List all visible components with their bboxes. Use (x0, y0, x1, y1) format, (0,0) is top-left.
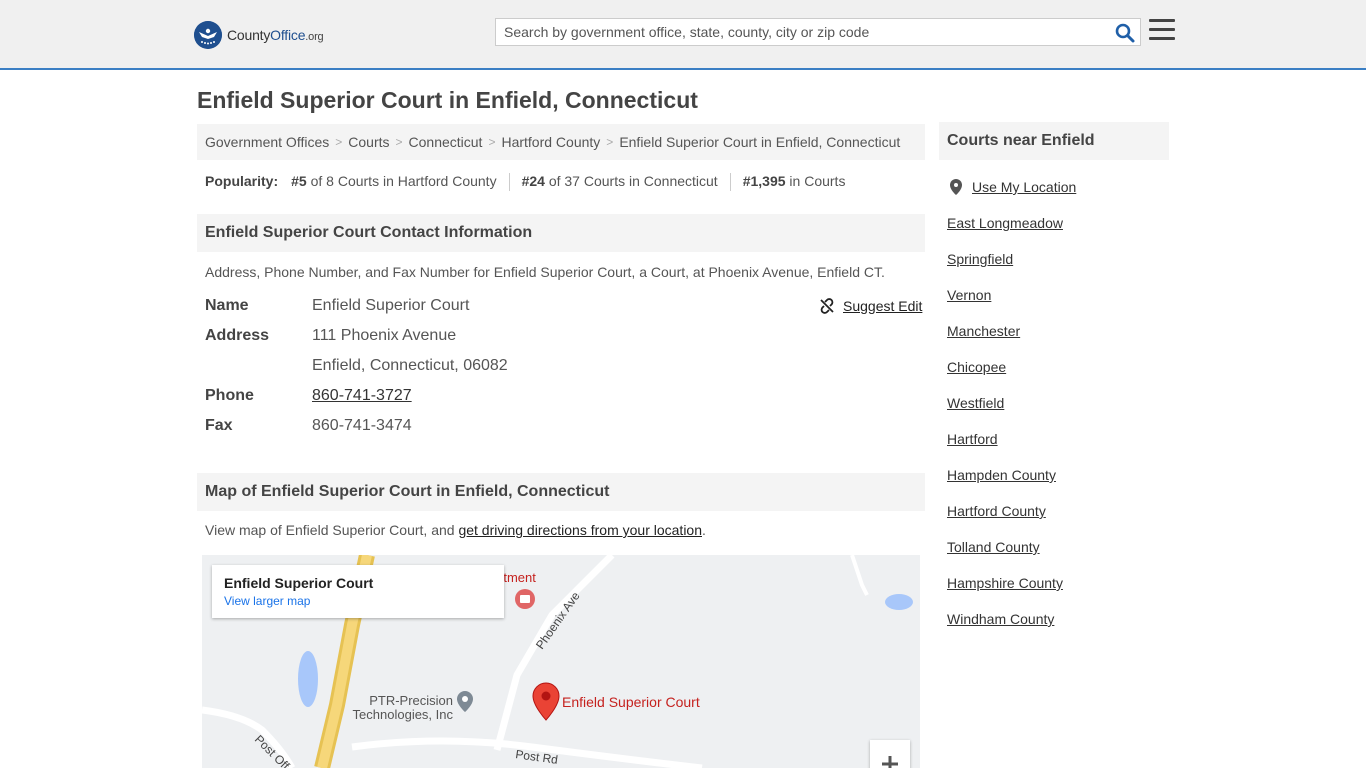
address-line2: Enfield, Connecticut, 06082 (312, 357, 508, 374)
nearby-link-manchester[interactable]: Manchester (947, 323, 1020, 339)
list-item: Windham County (947, 611, 1063, 647)
nearby-link-vernon[interactable]: Vernon (947, 287, 991, 303)
chevron-right-icon: > (488, 135, 496, 149)
fax-value: 860-741-3474 (312, 417, 412, 434)
sidebar-heading: Courts near Enfield (939, 122, 1169, 160)
top-bar: CountyOffice.org (0, 0, 1366, 70)
nearby-link-east-longmeadow[interactable]: East Longmeadow (947, 215, 1063, 231)
nearby-link-tolland-county[interactable]: Tolland County (947, 539, 1040, 555)
breadcrumb-courts[interactable]: Courts (348, 134, 389, 150)
phone-link[interactable]: 860-741-3727 (312, 387, 412, 404)
address-row-2: Enfield, Connecticut, 06082 (205, 357, 508, 375)
breadcrumb-current: Enfield Superior Court in Enfield, Conne… (619, 134, 901, 150)
fax-row: Fax 860-741-3474 (205, 417, 412, 435)
zoom-in-button[interactable] (870, 740, 910, 768)
nearby-link-windham-county[interactable]: Windham County (947, 611, 1054, 627)
popularity-national-rank: #1,395 in Courts (742, 173, 846, 189)
nearby-link-hartford[interactable]: Hartford (947, 431, 998, 447)
list-item: Hartford (947, 431, 1063, 467)
breadcrumb-connecticut[interactable]: Connecticut (409, 134, 483, 150)
pin-label: Enfield Superior Court (562, 694, 700, 710)
phone-row: Phone 860-741-3727 (205, 387, 412, 405)
chevron-right-icon: > (606, 135, 614, 149)
nearby-link-hartford-county[interactable]: Hartford County (947, 503, 1046, 519)
map-info-card: Enfield Superior Court View larger map (212, 565, 504, 618)
breadcrumb: Government Offices > Courts > Connecticu… (197, 124, 925, 160)
popularity-bar: Popularity: #5 of 8 Courts in Hartford C… (205, 173, 845, 191)
search-input[interactable] (496, 19, 1096, 45)
name-label: Name (205, 297, 249, 314)
unlink-icon (820, 298, 834, 314)
hamburger-menu-icon[interactable] (1149, 19, 1175, 41)
plus-icon (882, 756, 898, 768)
nearby-link-westfield[interactable]: Westfield (947, 395, 1004, 411)
use-my-location-link[interactable]: Use My Location (949, 179, 1076, 195)
suggest-edit-link[interactable]: Suggest Edit (819, 298, 922, 314)
list-item: Hampshire County (947, 575, 1063, 611)
breadcrumb-hartford-county[interactable]: Hartford County (501, 134, 600, 150)
address-label: Address (205, 327, 270, 344)
list-item: Manchester (947, 323, 1063, 359)
page-title: Enfield Superior Court in Enfield, Conne… (197, 87, 698, 113)
map-heading: Map of Enfield Superior Court in Enfield… (197, 473, 925, 511)
search-box (495, 18, 1141, 46)
chevron-right-icon: > (395, 135, 403, 149)
list-item: Hampden County (947, 467, 1063, 503)
nearby-link-hampden-county[interactable]: Hampden County (947, 467, 1056, 483)
search-icon[interactable] (1114, 22, 1136, 44)
poi-label-ptr-2: Technologies, Inc (353, 707, 454, 722)
divider (508, 173, 510, 191)
list-item: Hartford County (947, 503, 1063, 539)
nearby-courts-list: East Longmeadow Springfield Vernon Manch… (947, 215, 1063, 647)
list-item: Tolland County (947, 539, 1063, 575)
breadcrumb-government-offices[interactable]: Government Offices (205, 134, 329, 150)
list-item: Springfield (947, 251, 1063, 287)
list-item: East Longmeadow (947, 215, 1063, 251)
map-embed[interactable]: Phoenix Ave Post Rd Post Off rtment PTR-… (202, 555, 920, 768)
nearby-link-springfield[interactable]: Springfield (947, 251, 1013, 267)
nearby-link-chicopee[interactable]: Chicopee (947, 359, 1006, 375)
list-item: Westfield (947, 395, 1063, 431)
contact-heading: Enfield Superior Court Contact Informati… (197, 214, 925, 252)
map-marker-icon (950, 179, 962, 195)
address-line1: 111 Phoenix Avenue (312, 327, 457, 344)
nearby-link-hampshire-county[interactable]: Hampshire County (947, 575, 1063, 591)
address-row: Address 111 Phoenix Avenue (205, 327, 456, 345)
chevron-right-icon: > (335, 135, 343, 149)
name-value: Enfield Superior Court (312, 297, 470, 314)
map-card-title: Enfield Superior Court (224, 575, 374, 591)
fax-label: Fax (205, 417, 233, 434)
eagle-seal-icon (194, 21, 222, 49)
map-description: View map of Enfield Superior Court, and … (205, 522, 706, 538)
popularity-county-rank: #5 of 8 Courts in Hartford County (291, 173, 497, 189)
contact-description: Address, Phone Number, and Fax Number fo… (205, 264, 885, 280)
list-item: Chicopee (947, 359, 1063, 395)
name-row: Name Enfield Superior Court (205, 297, 469, 315)
poi-label-top: rtment (499, 570, 536, 585)
popularity-state-rank: #24 of 37 Courts in Connecticut (521, 173, 718, 189)
poi-label-ptr-1: PTR-Precision (369, 693, 453, 708)
view-larger-map-link[interactable]: View larger map (224, 594, 492, 608)
phone-label: Phone (205, 387, 254, 404)
list-item: Vernon (947, 287, 1063, 323)
site-logo[interactable]: CountyOffice.org (194, 21, 324, 49)
driving-directions-link[interactable]: get driving directions from your locatio… (458, 522, 702, 538)
popularity-label: Popularity: (205, 173, 279, 189)
logo-wordmark: CountyOffice.org (227, 27, 324, 43)
divider (729, 173, 731, 191)
